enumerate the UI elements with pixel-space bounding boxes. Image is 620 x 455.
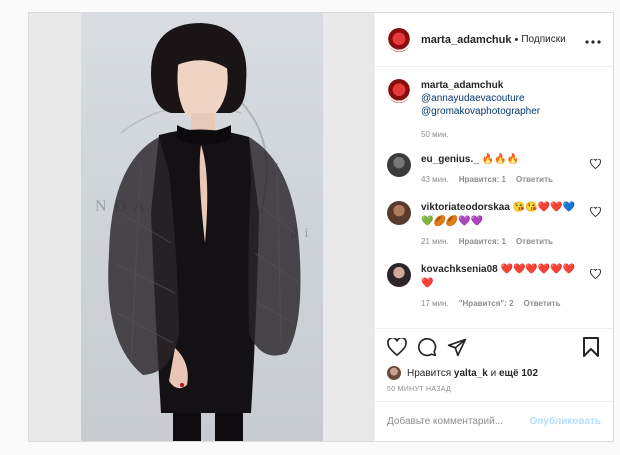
commenter-avatar[interactable] — [387, 153, 411, 177]
post-side-panel: marta_adamchuk • Подписки marta_adamchuk… — [374, 13, 613, 441]
commenter-avatar[interactable] — [387, 263, 411, 287]
comment-time[interactable]: 21 мин. — [421, 235, 449, 249]
comment-likes-count[interactable]: "Нравится": 2 — [459, 297, 514, 311]
comment-time[interactable]: 43 мин. — [421, 173, 449, 187]
comment-item: viktoriateodorskaa 😘😘❤️❤️💙💚🏉🏉💜💜 21 мин. … — [387, 201, 601, 249]
comment-item: eu_genius._ 🔥🔥🔥 43 мин. Нравится: 1 Отве… — [387, 153, 601, 187]
add-comment-bar: Опубликовать — [375, 401, 613, 441]
like-heart-icon[interactable] — [385, 335, 409, 359]
likes-prefix: Нравится — [407, 367, 452, 379]
likes-others-link[interactable]: ещё 102 — [499, 368, 538, 379]
comment-item: kovachksenia08 ❤️❤️❤️❤️❤️❤️❤️ 17 мин. "Н… — [387, 263, 601, 311]
add-comment-input[interactable] — [387, 416, 530, 427]
author-avatar[interactable] — [387, 27, 411, 52]
post-card: N D A d i — [28, 12, 614, 442]
comment-username[interactable]: eu_genius._ — [421, 154, 479, 165]
publish-comment-button[interactable]: Опубликовать — [530, 416, 601, 427]
comment-like-heart-icon[interactable] — [590, 268, 601, 282]
post-actions-bar — [375, 328, 613, 364]
author-username[interactable]: marta_adamchuk — [421, 34, 512, 46]
comment-likes-count[interactable]: Нравится: 1 — [459, 235, 506, 249]
comment-reply-button[interactable]: Ответить — [516, 173, 553, 187]
bookmark-save-icon[interactable] — [579, 335, 603, 359]
likes-summary: Нравится yalta_k и ещё 102 — [375, 364, 613, 382]
share-paper-plane-icon[interactable] — [445, 335, 469, 359]
commenter-avatar[interactable] — [387, 201, 411, 225]
comments-list[interactable]: marta_adamchuk @annayudaevacouture @grom… — [375, 67, 613, 328]
post-timestamp[interactable]: 50 МИНУТ НАЗАД — [375, 382, 613, 401]
post-header: marta_adamchuk • Подписки — [375, 13, 613, 67]
post-media[interactable]: N D A d i — [29, 13, 374, 441]
following-button[interactable]: Подписки — [521, 34, 565, 45]
comment-text: 🔥🔥🔥 — [481, 154, 519, 165]
woman-in-black-dress-image — [108, 23, 301, 441]
more-options-icon[interactable] — [585, 32, 601, 47]
post-photo[interactable]: N D A d i — [81, 13, 323, 441]
comment-like-heart-icon[interactable] — [590, 206, 601, 220]
comment-reply-button[interactable]: Ответить — [524, 297, 561, 311]
caption-mention-link[interactable]: @gromakovaphotographer — [421, 105, 540, 118]
post-caption: marta_adamchuk @annayudaevacouture @grom… — [387, 79, 601, 141]
liker-avatar[interactable] — [387, 366, 401, 380]
comment-likes-count[interactable]: Нравится: 1 — [459, 173, 506, 187]
caption-username[interactable]: marta_adamchuk — [421, 79, 540, 92]
likes-middle: и — [490, 367, 497, 379]
comment-username[interactable]: viktoriateodorskaa — [421, 202, 510, 213]
caption-mention-link[interactable]: @annayudaevacouture — [421, 92, 540, 105]
comment-bubble-icon[interactable] — [415, 335, 439, 359]
comment-reply-button[interactable]: Ответить — [516, 235, 553, 249]
caption-author-avatar[interactable] — [387, 79, 411, 103]
comment-like-heart-icon[interactable] — [590, 158, 601, 172]
caption-time[interactable]: 50 мин. — [421, 128, 540, 141]
comment-username[interactable]: kovachksenia08 — [421, 264, 498, 275]
header-separator: • — [514, 33, 519, 46]
comment-time[interactable]: 17 мин. — [421, 297, 449, 311]
likes-user-link[interactable]: yalta_k — [454, 368, 488, 379]
